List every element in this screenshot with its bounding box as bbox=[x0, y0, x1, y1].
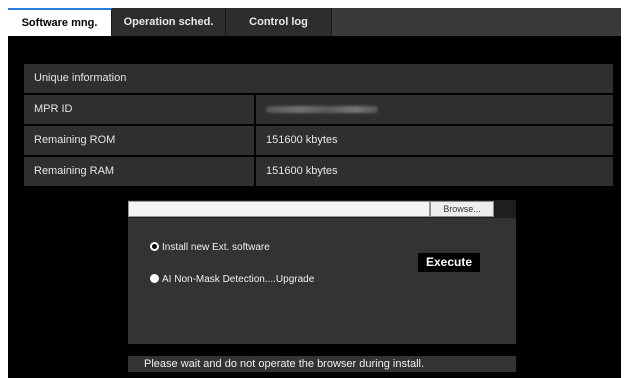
tab-software-mng[interactable]: Software mng. bbox=[8, 8, 112, 36]
mpr-id-value bbox=[254, 95, 613, 124]
unique-info-title: Unique information bbox=[34, 72, 127, 84]
install-ext-software-option[interactable]: Install new Ext. software bbox=[150, 242, 270, 254]
install-ext-software-label: Install new Ext. software bbox=[162, 242, 270, 253]
mpr-id-label: MPR ID bbox=[34, 103, 73, 115]
app-frame: Software mng. Operation sched. Control l… bbox=[8, 8, 621, 378]
radio-checked-icon[interactable] bbox=[150, 242, 159, 251]
remaining-ram-label: Remaining RAM bbox=[34, 165, 115, 177]
redacted-value bbox=[266, 105, 378, 113]
file-select-bar: Browse... bbox=[128, 200, 516, 218]
unique-info-header: Unique information bbox=[24, 64, 613, 93]
remaining-rom-label: Remaining ROM bbox=[34, 134, 116, 146]
install-panel: Install new Ext. software AI Non-Mask De… bbox=[128, 218, 516, 344]
remaining-rom-value: 151600 kbytes bbox=[254, 126, 613, 155]
table-row: MPR ID bbox=[24, 95, 613, 124]
browse-button[interactable]: Browse... bbox=[430, 201, 494, 217]
file-path-input[interactable] bbox=[128, 201, 430, 217]
install-notice: Please wait and do not operate the brows… bbox=[128, 356, 516, 372]
remaining-ram-value: 151600 kbytes bbox=[254, 157, 613, 186]
tab-bar: Software mng. Operation sched. Control l… bbox=[8, 8, 621, 36]
radio-unchecked-icon[interactable] bbox=[150, 274, 159, 283]
table-row: Remaining ROM 151600 kbytes bbox=[24, 126, 613, 155]
execute-button[interactable]: Execute bbox=[418, 253, 480, 272]
tab-operation-sched[interactable]: Operation sched. bbox=[112, 8, 226, 36]
ai-upgrade-option[interactable]: AI Non-Mask Detection....Upgrade bbox=[150, 274, 314, 286]
unique-info-table: Unique information MPR ID Remaining ROM … bbox=[24, 64, 613, 188]
tab-control-log[interactable]: Control log bbox=[226, 8, 332, 36]
ai-upgrade-label: AI Non-Mask Detection....Upgrade bbox=[162, 274, 315, 285]
table-row: Remaining RAM 151600 kbytes bbox=[24, 157, 613, 186]
